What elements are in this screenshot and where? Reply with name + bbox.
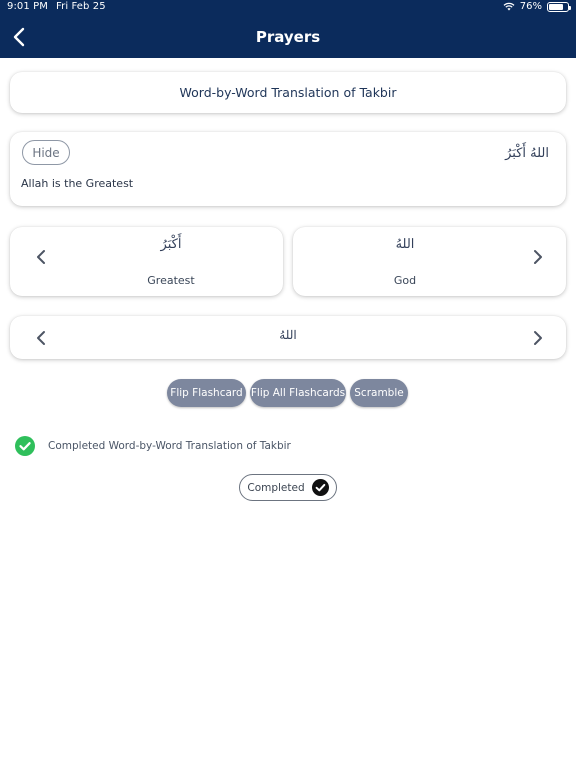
flashcard-greatest[interactable]: أَكْبَرُ Greatest: [10, 227, 283, 296]
scramble-button[interactable]: Scramble: [350, 379, 408, 407]
chevron-left-icon[interactable]: [36, 330, 46, 346]
status-bar-right: 76%: [503, 1, 571, 12]
status-date: Fri Feb 25: [56, 1, 106, 12]
lesson-title-card: Word-by-Word Translation of Takbir: [10, 72, 566, 113]
flashcard-god[interactable]: اللهُ God: [293, 227, 566, 296]
navigation-bar: 9:01 PM Fri Feb 25 76% Prayers: [0, 0, 576, 58]
flashcard-arabic-word: اللهُ: [395, 237, 415, 252]
completed-button-label: Completed: [247, 481, 305, 494]
hide-button[interactable]: Hide: [22, 140, 70, 165]
completion-message: Completed Word-by-Word Translation of Ta…: [48, 440, 291, 452]
battery-percentage: 76%: [519, 1, 542, 12]
flip-all-flashcards-button[interactable]: Flip All Flashcards: [250, 379, 346, 407]
chevron-right-icon[interactable]: [533, 330, 543, 346]
page-title: Prayers: [255, 28, 321, 46]
battery-level: [549, 3, 563, 10]
lesson-title: Word-by-Word Translation of Takbir: [179, 85, 397, 100]
chevron-right-icon[interactable]: [533, 249, 543, 265]
word-selector-card: اللهُ: [10, 316, 566, 359]
takbir-translation-text: Allah is the Greatest: [21, 177, 134, 190]
check-icon: [311, 479, 329, 496]
translation-card: Hide اللهُ أَكْبَرُ Allah is the Greates…: [10, 132, 566, 206]
flashcard-arabic-word: أَكْبَرُ: [160, 237, 182, 252]
wifi-icon: [503, 2, 515, 11]
check-circle-icon: [15, 436, 35, 456]
battery-icon: [547, 1, 571, 12]
flip-flashcard-button[interactable]: Flip Flashcard: [167, 379, 246, 407]
completed-button[interactable]: Completed: [239, 474, 337, 501]
flashcard-english-word: Greatest: [147, 274, 195, 287]
chevron-left-icon[interactable]: [36, 249, 46, 265]
status-time: 9:01 PM: [7, 1, 48, 12]
flashcard-english-word: God: [393, 274, 417, 287]
status-bar-left: 9:01 PM Fri Feb 25: [7, 1, 106, 12]
selector-arabic-word: اللهُ: [279, 328, 297, 342]
takbir-arabic-text: اللهُ أَكْبَرُ: [505, 146, 549, 161]
